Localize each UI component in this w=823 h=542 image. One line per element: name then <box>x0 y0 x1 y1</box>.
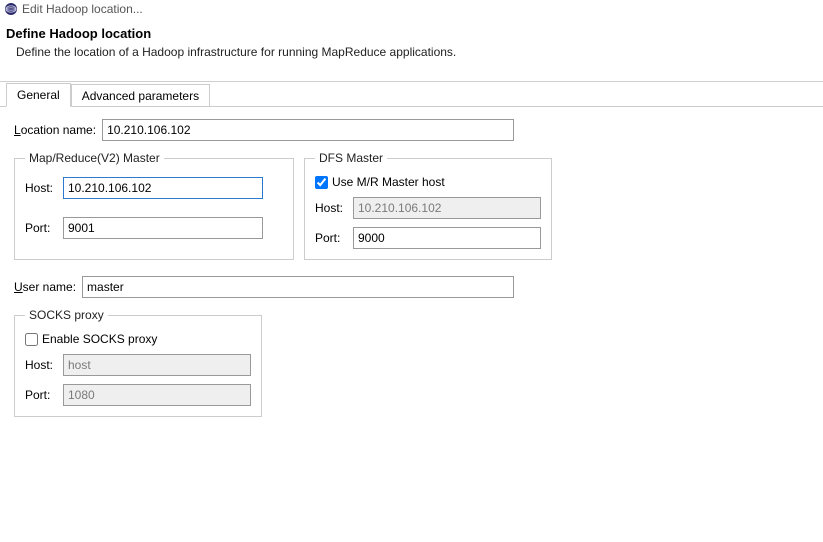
socks-enable-checkbox[interactable] <box>25 333 38 346</box>
dfs-use-mr-label: Use M/R Master host <box>332 175 445 189</box>
window-title: Edit Hadoop location... <box>22 2 143 16</box>
dfs-host-row: Host: <box>315 197 541 219</box>
mr-host-input[interactable] <box>63 177 263 199</box>
page-subtitle: Define the location of a Hadoop infrastr… <box>6 45 823 59</box>
socks-port-row: Port: <box>25 384 251 406</box>
mr-host-row: Host: <box>25 177 283 199</box>
dfs-host-input <box>353 197 541 219</box>
socks-host-input <box>63 354 251 376</box>
user-name-label: User name: <box>14 280 76 294</box>
dfs-use-mr-checkbox[interactable] <box>315 176 328 189</box>
mr-host-label: Host: <box>25 181 57 195</box>
mr-port-row: Port: <box>25 217 283 239</box>
socks-host-label: Host: <box>25 358 57 372</box>
dfs-host-label: Host: <box>315 201 347 215</box>
dfs-port-label: Port: <box>315 231 347 245</box>
tab-general[interactable]: General <box>6 83 71 107</box>
mr-port-input[interactable] <box>63 217 263 239</box>
socks-proxy-group: SOCKS proxy Enable SOCKS proxy Host: Por… <box>14 308 262 417</box>
user-name-input[interactable] <box>82 276 514 298</box>
dfs-use-mr-row: Use M/R Master host <box>315 175 541 189</box>
dfs-port-input[interactable] <box>353 227 541 249</box>
socks-port-input <box>63 384 251 406</box>
location-name-row: Location name: <box>14 119 813 141</box>
tab-panel-general: Location name: Map/Reduce(V2) Master Hos… <box>0 106 823 437</box>
dfs-master-group: DFS Master Use M/R Master host Host: Por… <box>304 151 552 260</box>
user-name-row: User name: <box>14 276 813 298</box>
tab-container: General Advanced parameters Location nam… <box>0 81 823 437</box>
socks-host-row: Host: <box>25 354 251 376</box>
master-groups-row: Map/Reduce(V2) Master Host: Port: DFS Ma… <box>14 151 813 260</box>
dfs-master-legend: DFS Master <box>315 151 387 165</box>
map-reduce-master-group: Map/Reduce(V2) Master Host: Port: <box>14 151 294 260</box>
socks-enable-label: Enable SOCKS proxy <box>42 332 157 346</box>
title-bar: Edit Hadoop location... <box>0 0 823 18</box>
mr-port-label: Port: <box>25 221 57 235</box>
location-name-label: Location name: <box>14 123 96 137</box>
page-title: Define Hadoop location <box>6 26 823 41</box>
eclipse-icon <box>4 2 18 16</box>
map-reduce-master-legend: Map/Reduce(V2) Master <box>25 151 164 165</box>
dialog-header: Define Hadoop location Define the locati… <box>0 18 823 69</box>
socks-proxy-legend: SOCKS proxy <box>25 308 108 322</box>
location-name-input[interactable] <box>102 119 514 141</box>
tab-advanced-parameters[interactable]: Advanced parameters <box>71 84 210 107</box>
tab-strip: General Advanced parameters <box>0 82 823 106</box>
socks-enable-row: Enable SOCKS proxy <box>25 332 251 346</box>
dfs-port-row: Port: <box>315 227 541 249</box>
socks-port-label: Port: <box>25 388 57 402</box>
